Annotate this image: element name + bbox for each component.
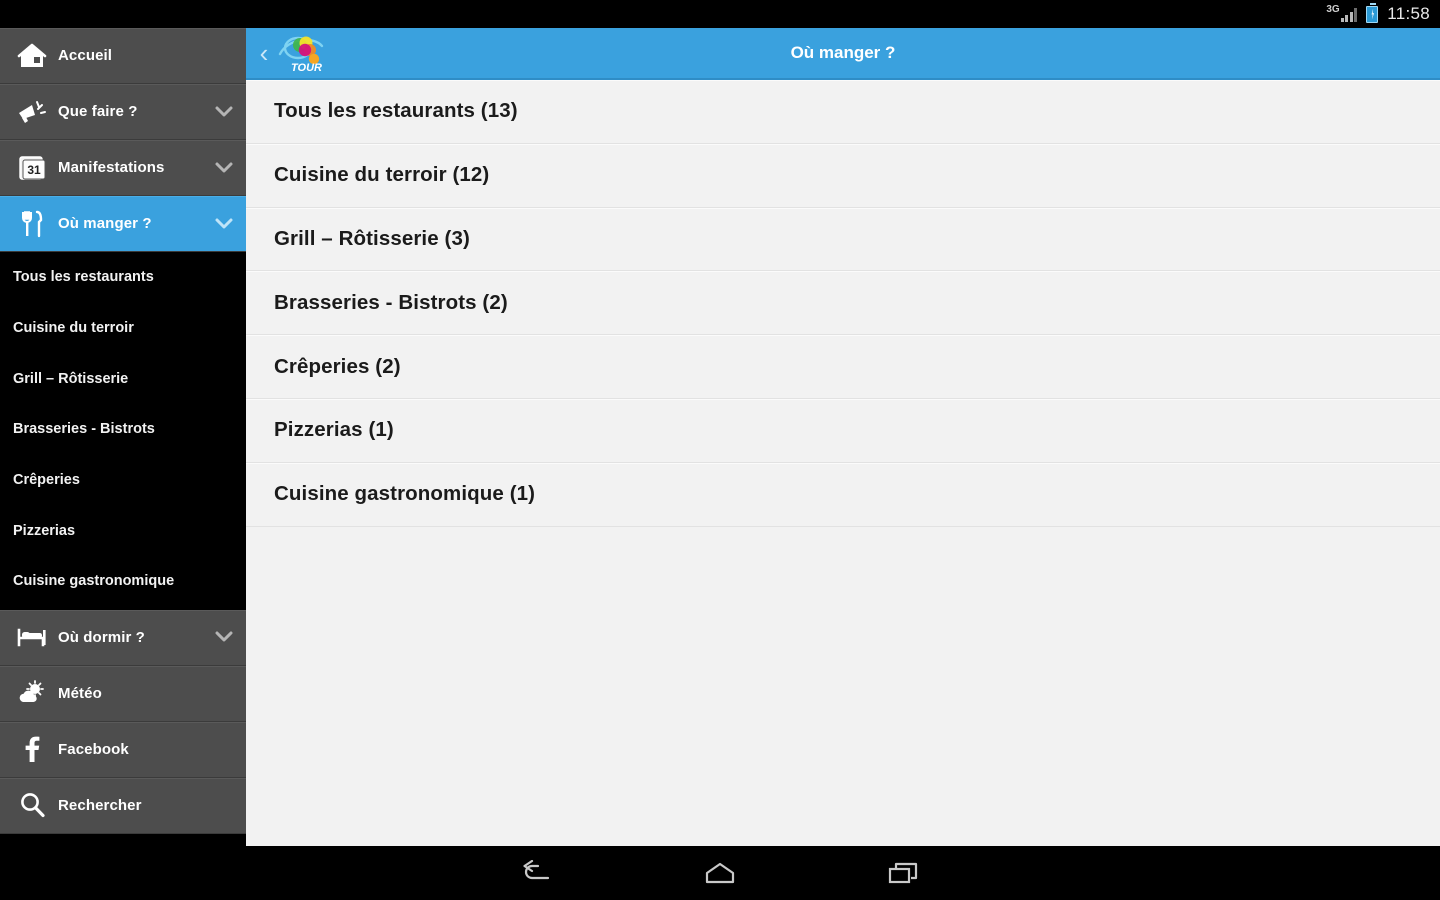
signal-icon xyxy=(1341,6,1358,22)
home-icon[interactable] xyxy=(698,856,742,890)
clock-label: 11:58 xyxy=(1387,4,1430,24)
app-logo[interactable]: TOUR xyxy=(274,30,330,76)
megaphone-icon xyxy=(12,95,52,129)
category-label: Grill – Rôtisserie (3) xyxy=(274,227,470,251)
submenu-item[interactable]: Cuisine du terroir xyxy=(0,303,246,354)
sidebar-item-manifestations[interactable]: 31 Manifestations xyxy=(0,140,246,196)
category-label: Brasseries - Bistrots (2) xyxy=(274,291,508,315)
submenu-item-label: Grill – Rôtisserie xyxy=(13,371,128,387)
sidebar-item-label: Rechercher xyxy=(58,797,142,814)
submenu-item-label: Brasseries - Bistrots xyxy=(13,421,155,437)
android-screen: 3G 11:58 Accueil Que faire ? 31 Manifesta… xyxy=(0,0,1440,900)
sidebar-item-m-t-o[interactable]: Météo xyxy=(0,666,246,722)
category-row[interactable]: Cuisine du terroir (12) xyxy=(246,144,1440,208)
category-row[interactable]: Cuisine gastronomique (1) xyxy=(246,463,1440,527)
sidebar-item-o-dormir[interactable]: Où dormir ? xyxy=(0,610,246,666)
submenu-item[interactable]: Brasseries - Bistrots xyxy=(0,404,246,455)
cutlery-icon xyxy=(12,207,52,241)
category-row[interactable]: Tous les restaurants (13) xyxy=(246,80,1440,144)
sidebar-item-label: Manifestations xyxy=(58,159,164,176)
sidebar-item-o-manger[interactable]: Où manger ? xyxy=(0,196,246,252)
chevron-down-icon[interactable] xyxy=(214,102,234,122)
category-list[interactable]: Tous les restaurants (13) Cuisine du terr… xyxy=(246,80,1440,527)
bed-icon xyxy=(12,620,52,654)
sidebar-item-label: Que faire ? xyxy=(58,103,137,120)
submenu-item[interactable]: Tous les restaurants xyxy=(0,252,246,303)
category-row[interactable]: Brasseries - Bistrots (2) xyxy=(246,271,1440,335)
submenu-item-label: Pizzerias xyxy=(13,523,75,539)
submenu-item[interactable]: Cuisine gastronomique xyxy=(0,556,246,607)
sidebar-item-label: Accueil xyxy=(58,47,112,64)
submenu-item[interactable]: Grill – Rôtisserie xyxy=(0,353,246,404)
submenu-item[interactable]: Crêperies xyxy=(0,455,246,506)
category-label: Tous les restaurants (13) xyxy=(274,99,518,123)
submenu-item-label: Cuisine gastronomique xyxy=(13,573,174,589)
sidebar-item-que-faire[interactable]: Que faire ? xyxy=(0,84,246,140)
calendar-31-icon: 31 xyxy=(12,151,52,185)
system-navigation-bar[interactable] xyxy=(0,846,1440,900)
chevron-down-icon[interactable] xyxy=(214,627,234,647)
sidebar-item-accueil[interactable]: Accueil xyxy=(0,28,246,84)
app-bar: ‹ TOUR Où manger ? xyxy=(246,28,1440,80)
network-type-label: 3G xyxy=(1326,4,1339,15)
category-row[interactable]: Crêperies (2) xyxy=(246,335,1440,399)
back-chevron-icon[interactable]: ‹ xyxy=(252,40,276,66)
submenu-ou-manger[interactable]: Tous les restaurants Cuisine du terroir Gr… xyxy=(0,252,246,607)
battery-icon xyxy=(1366,6,1378,23)
back-icon[interactable] xyxy=(514,856,558,890)
category-row[interactable]: Grill – Rôtisserie (3) xyxy=(246,208,1440,272)
sidebar-item-label: Où dormir ? xyxy=(58,629,145,646)
category-label: Pizzerias (1) xyxy=(274,418,394,442)
sidebar-item-label: Où manger ? xyxy=(58,215,152,232)
status-bar: 3G 11:58 xyxy=(0,0,1440,28)
sidebar-item-label: Météo xyxy=(58,685,102,702)
sidebar-item-label: Facebook xyxy=(58,741,129,758)
navigation-drawer[interactable]: Accueil Que faire ? 31 Manifestations Où … xyxy=(0,28,246,846)
submenu-item-label: Tous les restaurants xyxy=(13,269,154,285)
facebook-icon xyxy=(12,732,52,766)
recents-icon[interactable] xyxy=(882,856,926,890)
weather-icon xyxy=(12,676,52,710)
home-icon xyxy=(12,39,52,73)
category-row[interactable]: Pizzerias (1) xyxy=(246,399,1440,463)
submenu-item[interactable]: Pizzerias xyxy=(0,505,246,556)
content-panel: ‹ TOUR Où manger ? Tous les restaurants … xyxy=(246,28,1440,846)
chevron-down-icon[interactable] xyxy=(214,158,234,178)
page-title: Où manger ? xyxy=(246,43,1440,63)
category-label: Cuisine du terroir (12) xyxy=(274,163,489,187)
submenu-item-label: Crêperies xyxy=(13,472,80,488)
submenu-item-label: Cuisine du terroir xyxy=(13,320,134,336)
category-label: Cuisine gastronomique (1) xyxy=(274,482,535,506)
search-icon xyxy=(12,788,52,822)
sidebar-item-rechercher[interactable]: Rechercher xyxy=(0,778,246,834)
sidebar-item-facebook[interactable]: Facebook xyxy=(0,722,246,778)
category-label: Crêperies (2) xyxy=(274,355,401,379)
logo-text: TOUR xyxy=(291,62,322,74)
svg-text:31: 31 xyxy=(27,163,41,177)
chevron-down-icon[interactable] xyxy=(214,214,234,234)
